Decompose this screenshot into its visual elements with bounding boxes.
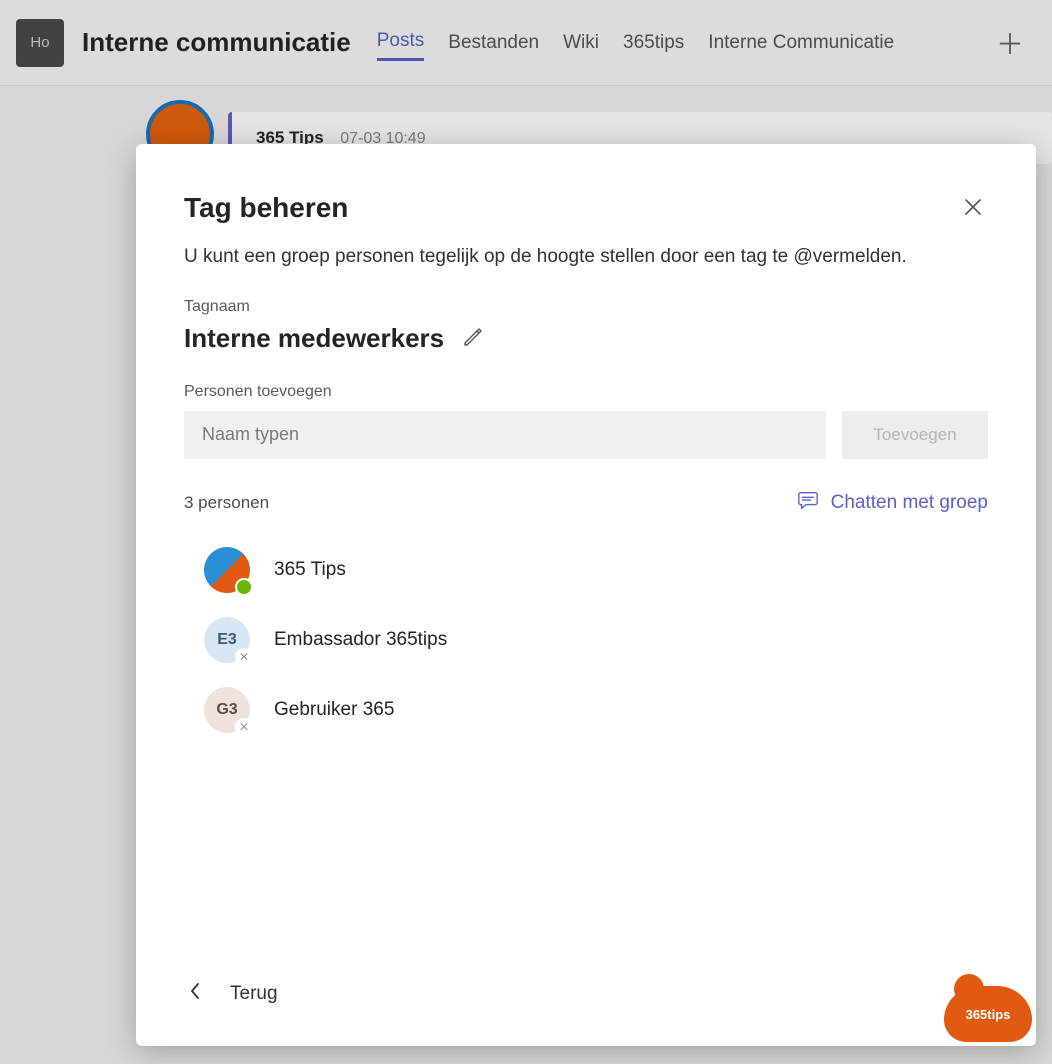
presence-indicator-icon: ✕ bbox=[235, 648, 253, 666]
people-list: 365 Tips E3✕ Embassador 365tips G3✕ Gebruike… bbox=[184, 535, 988, 745]
chat-with-group-label: Chatten met groep bbox=[831, 492, 988, 514]
person-row[interactable]: 365 Tips bbox=[184, 535, 988, 605]
edit-tagname-button[interactable] bbox=[458, 322, 488, 355]
close-button[interactable] bbox=[958, 192, 988, 226]
person-row[interactable]: E3✕ Embassador 365tips bbox=[184, 605, 988, 675]
tagname-label: Tagnaam bbox=[184, 298, 988, 316]
manage-tag-modal: Tag beheren U kunt een groep personen te… bbox=[136, 144, 1036, 1046]
chat-icon bbox=[797, 489, 819, 517]
tagname-value: Interne medewerkers bbox=[184, 323, 444, 354]
chat-with-group-button[interactable]: Chatten met groep bbox=[797, 489, 988, 517]
chevron-left-icon bbox=[188, 981, 202, 1006]
brand-badge-text: 365tips bbox=[966, 1007, 1011, 1022]
person-row[interactable]: G3✕ Gebruiker 365 bbox=[184, 675, 988, 745]
back-label: Terug bbox=[230, 983, 278, 1005]
person-avatar bbox=[204, 547, 250, 593]
modal-subtitle: U kunt een groep personen tegelijk op de… bbox=[184, 244, 988, 270]
person-avatar: E3✕ bbox=[204, 617, 250, 663]
person-name: 365 Tips bbox=[274, 559, 346, 581]
people-count: 3 personen bbox=[184, 493, 269, 513]
presence-indicator-icon: ✕ bbox=[235, 718, 253, 736]
name-input[interactable] bbox=[184, 411, 826, 459]
person-name: Embassador 365tips bbox=[274, 629, 447, 651]
presence-indicator-icon bbox=[235, 578, 253, 596]
pencil-icon bbox=[462, 336, 484, 351]
person-avatar: G3✕ bbox=[204, 687, 250, 733]
add-people-label: Personen toevoegen bbox=[184, 383, 988, 401]
modal-title: Tag beheren bbox=[184, 192, 348, 224]
add-button[interactable]: Toevoegen bbox=[842, 411, 988, 459]
brand-badge: 365tips bbox=[944, 986, 1032, 1042]
close-icon bbox=[964, 199, 982, 221]
back-button[interactable]: Terug bbox=[184, 971, 282, 1016]
person-name: Gebruiker 365 bbox=[274, 699, 394, 721]
